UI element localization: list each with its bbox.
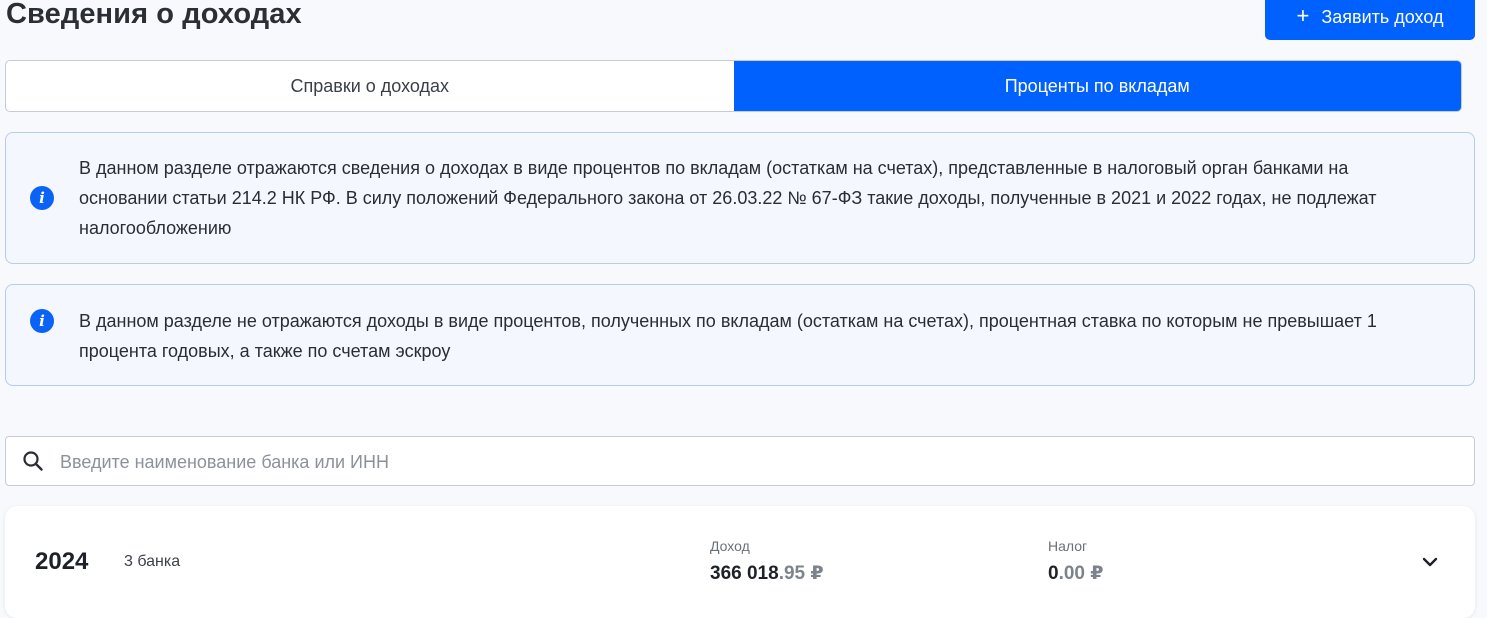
bank-search: [5, 436, 1475, 486]
tab-deposit-interest[interactable]: Проценты по вкладам: [733, 61, 1461, 111]
info-icon: i: [30, 186, 54, 210]
chevron-down-icon[interactable]: [1418, 550, 1442, 574]
income-tabs: Справки о доходах Проценты по вкладам: [5, 60, 1462, 112]
income-label: Доход: [710, 538, 750, 554]
search-icon: [23, 451, 43, 471]
income-page: Сведения о доходах + Заявить доход Справ…: [0, 0, 1487, 618]
tax-integer: 0: [1048, 563, 1059, 584]
income-decimal: .95 ₽: [778, 563, 824, 584]
tax-value: 0.00 ₽: [1048, 562, 1104, 585]
declare-income-button[interactable]: + Заявить доход: [1265, 0, 1475, 40]
search-input[interactable]: [60, 445, 1440, 479]
info-block-tax-exempt: i В данном разделе отражаются сведения о…: [5, 132, 1475, 264]
plus-icon: +: [1296, 3, 1310, 28]
year-label: 2024: [35, 548, 89, 575]
page-title: Сведения о доходах: [6, 0, 302, 30]
banks-count: 3 банка: [124, 553, 181, 570]
tax-label: Налог: [1048, 538, 1088, 554]
info-icon: i: [30, 309, 54, 333]
year-card-2024[interactable]: 2024 3 банка Доход 366 018.95 ₽ Налог 0.…: [5, 506, 1475, 618]
income-integer: 366 018: [710, 563, 779, 584]
declare-income-label: Заявить доход: [1321, 6, 1444, 27]
info-block-exclusions: i В данном разделе не отражаются доходы …: [5, 284, 1475, 386]
info-text: В данном разделе отражаются сведения о д…: [79, 158, 1377, 238]
info-text: В данном разделе не отражаются доходы в …: [79, 311, 1377, 361]
income-value: 366 018.95 ₽: [710, 562, 824, 585]
tab-income-certificates[interactable]: Справки о доходах: [6, 61, 734, 111]
tax-decimal: .00 ₽: [1058, 563, 1104, 584]
